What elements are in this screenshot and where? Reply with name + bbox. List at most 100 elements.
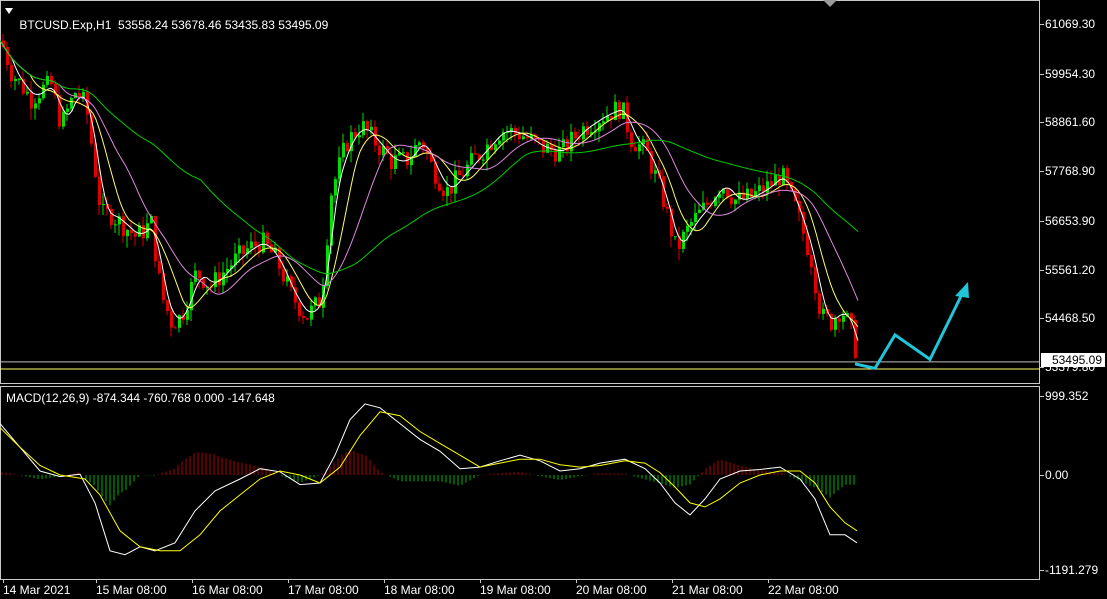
- candle-body: [686, 225, 689, 232]
- symbol-name: BTCUSD.Exp,H1: [19, 18, 112, 32]
- candle-body: [366, 121, 369, 131]
- candle-body: [66, 108, 69, 112]
- price-label: 57768.90: [1045, 164, 1096, 179]
- candle-body: [10, 64, 13, 82]
- projection-arrow: [854, 287, 967, 370]
- candle-body: [690, 221, 693, 226]
- candle-body: [134, 233, 137, 237]
- candle-body: [282, 268, 285, 282]
- candle-body: [450, 187, 453, 194]
- candle-body: [170, 311, 173, 328]
- candle-body: [602, 121, 605, 124]
- arrow-head-icon: [955, 282, 969, 299]
- candle-body: [758, 185, 761, 192]
- candle-body: [362, 121, 365, 136]
- candle-body: [674, 236, 677, 238]
- time-label: 22 Mar 08:00: [768, 583, 839, 597]
- candle-body: [242, 245, 245, 255]
- candle-body: [402, 152, 405, 154]
- candle-body: [114, 224, 117, 226]
- ma-violet-line: [0, 40, 859, 301]
- candle-body: [158, 261, 161, 274]
- candle-body: [630, 132, 633, 148]
- candle-body: [662, 176, 665, 208]
- candle-body: [470, 153, 473, 165]
- candle-body: [458, 170, 461, 176]
- chart-canvas: [0, 33, 1040, 556]
- time-label: 17 Mar 08:00: [288, 583, 359, 597]
- candle-body: [378, 145, 381, 156]
- macd-header: MACD(12,26,9) -874.344 -760.768 0.000 -1…: [6, 391, 275, 405]
- candle-body: [38, 98, 41, 104]
- candle-body: [766, 181, 769, 193]
- candle-body: [666, 207, 669, 209]
- price-tick: [1040, 122, 1044, 124]
- chart-window[interactable]: BTCUSD.Exp,H1 53558.24 53678.46 53435.83…: [0, 0, 1107, 599]
- candle-body: [446, 187, 449, 196]
- time-label: 21 Mar 08:00: [672, 583, 743, 597]
- candle-body: [62, 111, 65, 127]
- candle-body: [78, 93, 81, 97]
- candle-body: [634, 147, 637, 152]
- candle-body: [298, 302, 301, 316]
- candle-body: [198, 270, 201, 279]
- candle-body: [102, 203, 105, 206]
- candle-body: [334, 179, 337, 196]
- candle-body: [82, 91, 85, 97]
- candle-body: [74, 93, 77, 99]
- candle-body: [638, 144, 641, 152]
- candle-body: [574, 131, 577, 139]
- price-tick: [1040, 171, 1044, 173]
- candle-body: [214, 272, 217, 288]
- candle-body: [338, 157, 341, 180]
- ma-yellow-line: [0, 40, 859, 328]
- candle-body: [250, 241, 253, 249]
- candle-body: [342, 142, 345, 158]
- candle-body: [122, 216, 125, 237]
- candle-body: [698, 209, 701, 214]
- candle-body: [302, 315, 305, 319]
- candle-body: [70, 98, 73, 109]
- candle-body: [346, 142, 349, 152]
- time-tick: [672, 579, 673, 583]
- candle-body: [730, 197, 733, 205]
- candle-body: [694, 213, 697, 222]
- candle-body: [50, 76, 53, 85]
- time-tick: [192, 579, 193, 583]
- time-label: 15 Mar 08:00: [96, 583, 167, 597]
- candle-body: [174, 327, 177, 329]
- candle-body: [558, 147, 561, 162]
- time-tick: [576, 579, 577, 583]
- candle-body: [706, 202, 709, 205]
- ma-fast-line: [0, 40, 859, 341]
- candle-body: [842, 315, 845, 322]
- candle-body: [522, 136, 525, 140]
- price-tick: [1040, 367, 1044, 368]
- time-label: 20 Mar 08:00: [576, 583, 647, 597]
- candle-body: [482, 159, 485, 161]
- time-tick: [480, 579, 481, 583]
- candle-body: [734, 199, 737, 205]
- macd-main-line: [0, 403, 858, 556]
- time-tick: [384, 579, 385, 583]
- candle-body: [514, 128, 517, 134]
- candle-body: [34, 103, 37, 109]
- candle-body: [822, 308, 825, 314]
- candle-body: [498, 140, 501, 145]
- current-price-label: 53495.09: [1041, 353, 1105, 367]
- price-label: 58861.60: [1045, 115, 1096, 130]
- candle-body: [238, 245, 241, 254]
- price-label: 55561.20: [1045, 262, 1096, 277]
- candle-body: [310, 305, 313, 320]
- candle-body: [562, 139, 565, 148]
- chart-shift-marker-icon[interactable]: [823, 0, 837, 7]
- candle-body: [838, 318, 841, 322]
- candle-body: [126, 230, 129, 237]
- macd-axis-label: 0.00: [1045, 468, 1069, 482]
- candle-body: [142, 225, 145, 239]
- candle-body: [834, 318, 837, 330]
- candle-body: [166, 300, 169, 312]
- candle-body: [818, 293, 821, 314]
- ma-green-line: [0, 40, 859, 275]
- candle-body: [406, 152, 409, 166]
